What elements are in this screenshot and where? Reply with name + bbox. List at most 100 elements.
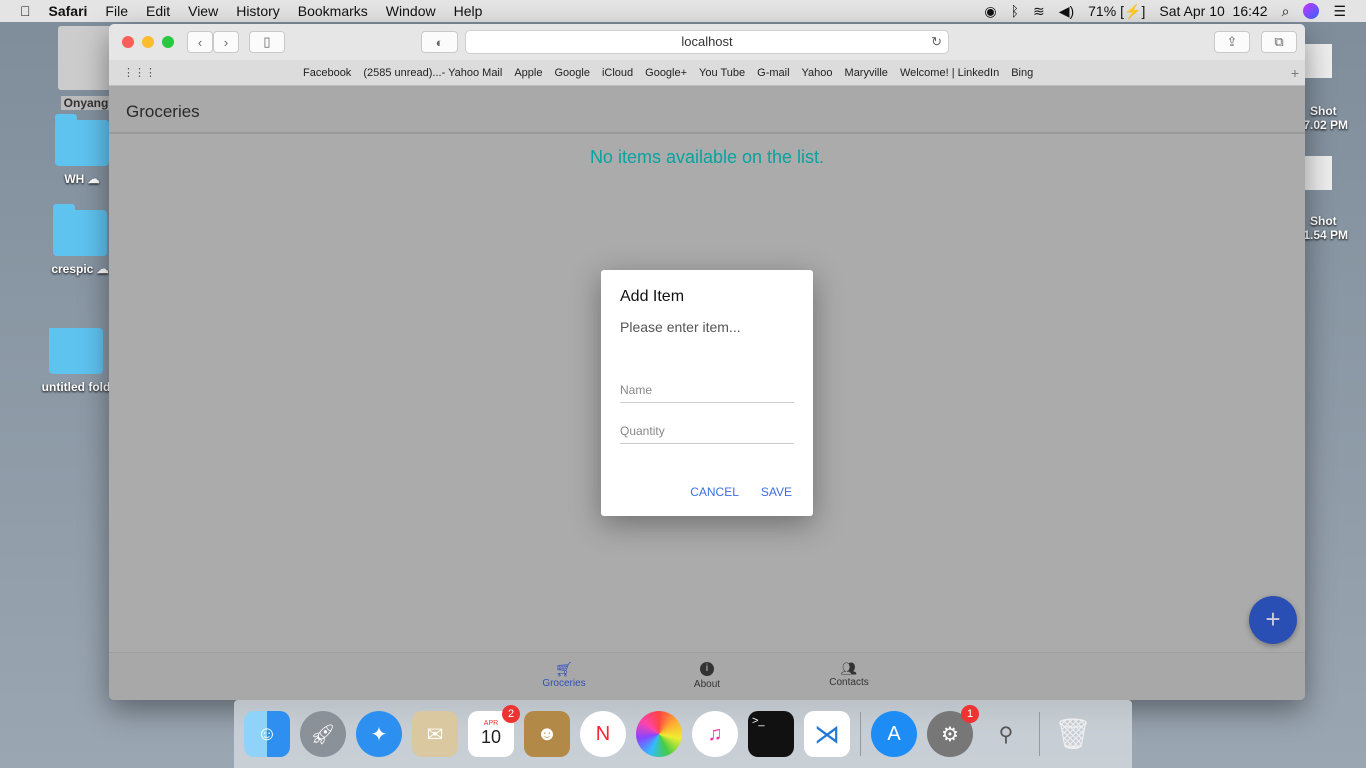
desktop-label: untitled fold [41,380,111,394]
itunes-icon[interactable]: ♫ [692,711,738,757]
finder-icon[interactable]: ☺ [244,711,290,757]
bookmark[interactable]: You Tube [699,67,745,79]
privacy-shield-button[interactable]: ◐ [421,31,458,53]
clock[interactable]: Sat Apr 10 16:42 [1159,3,1267,19]
bookmark[interactable]: G-mail [757,67,789,79]
mail-icon[interactable]: ✉ [412,711,458,757]
tab-label: Groceries [542,678,586,689]
top-sites-grid-icon[interactable]: ⋮⋮⋮ [123,66,156,79]
tab-label: About [693,679,721,690]
quantity-input[interactable] [620,424,794,438]
battery-percent[interactable]: 71% [1088,3,1116,19]
info-icon: i [700,662,714,676]
desktop-label: Shot [1310,104,1337,118]
close-window-button[interactable] [122,36,134,48]
minimize-window-button[interactable] [142,36,154,48]
app-header: Groceries [109,86,1305,134]
calendar-day: 10 [480,727,502,747]
bookmark[interactable]: iCloud [602,67,633,79]
dock-separator [1039,712,1040,756]
menu-bar:  Safari File Edit View History Bookmark… [0,0,1366,22]
trash-icon[interactable]: 🗑︎ [1050,711,1096,757]
dock-separator [860,712,861,756]
desktop-folder-untitled[interactable]: untitled fold [38,328,114,394]
tab-groceries[interactable]: 🛒︎ Groceries [519,661,609,689]
desktop-screenshot-1[interactable]: Shot .7.02 PM [1300,44,1366,132]
volume-icon[interactable]: ◀) [1059,3,1074,20]
siri-icon[interactable] [1303,3,1320,19]
desktop-folder-crespic[interactable]: crespic ☁ [40,204,120,276]
new-tab-plus-icon[interactable]: + [1291,65,1299,81]
wifi-icon[interactable]: ≋ [1033,3,1045,20]
desktop-screenshot-2[interactable]: Shot .1.54 PM [1300,156,1366,242]
bookmark[interactable]: Facebook [303,67,351,79]
name-input[interactable] [620,383,794,397]
launchpad-icon[interactable]: 🚀︎ [300,711,346,757]
bookmark[interactable]: (2585 unread)...- Yahoo Mail [363,67,502,79]
calendar-icon[interactable]: APR 10 2 [468,705,520,757]
tabs-overview-button[interactable]: ⧉ [1261,31,1297,53]
tab-label: Contacts [829,677,869,688]
cancel-button[interactable]: CANCEL [690,485,739,499]
bookmark[interactable]: Welcome! | LinkedIn [900,67,999,79]
cart-icon: 🛒︎ [555,661,573,677]
menu-view[interactable]: View [188,3,218,19]
share-button[interactable]: ⇪ [1214,31,1250,53]
bookmarks-bar: ⋮⋮⋮ Facebook (2585 unread)...- Yahoo Mai… [109,60,1305,86]
vscode-icon[interactable]: ⋊ [804,711,850,757]
prefs-badge: 1 [961,705,979,723]
system-information-icon[interactable]: ⚲ [983,711,1029,757]
desktop-label: Shot [1310,214,1337,228]
photos-icon[interactable] [636,711,682,757]
menu-app-name[interactable]: Safari [49,3,88,19]
menu-edit[interactable]: Edit [146,3,170,19]
menu-window[interactable]: Window [386,3,436,19]
desktop-label: WH [64,172,85,186]
battery-icon[interactable]: [⚡] [1120,3,1145,20]
bookmark[interactable]: Google+ [645,67,687,79]
bookmark[interactable]: Google [554,67,589,79]
bottom-tab-bar: 🛒︎ Groceries i About 👥︎ Contacts [109,652,1305,700]
back-button[interactable]: ‹ [187,31,213,53]
apple-icon[interactable]:  [20,3,31,19]
dialog-title: Add Item [620,288,685,305]
calendar-month: APR [483,720,499,727]
forward-button[interactable]: › [213,31,239,53]
news-icon[interactable]: N [580,711,626,757]
menu-bookmarks[interactable]: Bookmarks [298,3,368,19]
menu-file[interactable]: File [105,3,128,19]
menu-help[interactable]: Help [454,3,483,19]
save-button[interactable]: SAVE [761,485,792,499]
tab-contacts[interactable]: 👥︎ Contacts [804,661,894,688]
menu-history[interactable]: History [236,3,280,19]
bookmark[interactable]: Yahoo [802,67,833,79]
empty-list-message: No items available on the list. [589,147,825,167]
system-preferences-icon[interactable]: ⚙ 1 [927,705,979,757]
name-field[interactable] [620,371,794,403]
quantity-field[interactable] [620,412,794,444]
reload-icon[interactable]: ↻ [931,31,942,53]
page-title: Groceries [126,102,200,121]
bookmark[interactable]: Maryville [845,67,888,79]
add-item-fab[interactable]: + [1249,596,1297,644]
dialog-message: Please enter item... [620,319,741,335]
creative-cloud-icon[interactable]: ◉ [984,3,996,20]
terminal-icon[interactable]: >_ [748,711,794,757]
sidebar-button[interactable]: ▯ [249,31,285,53]
tab-about[interactable]: i About [662,661,752,690]
bluetooth-icon[interactable]: ᛒ [1011,3,1019,19]
app-store-icon[interactable]: A [871,711,917,757]
desktop-label: crespic [51,262,94,276]
desktop-label: .1.54 PM [1300,228,1349,242]
people-icon: 👥︎ [840,661,858,676]
address-bar[interactable]: localhost ↻ [465,30,949,54]
bookmark[interactable]: Apple [514,67,542,79]
search-icon[interactable]: ⌕ [1282,3,1290,20]
contacts-icon[interactable]: ☻ [524,711,570,757]
calendar-badge: 2 [502,705,520,723]
safari-window: ‹ › ▯ ◐ localhost ↻ ⇪ ⧉ ⋮⋮⋮ Facebook (258… [109,24,1305,700]
safari-icon[interactable]: ✦ [356,711,402,757]
notification-center-icon[interactable]: ☰ [1333,3,1346,20]
zoom-window-button[interactable] [162,36,174,48]
bookmark[interactable]: Bing [1011,67,1033,79]
